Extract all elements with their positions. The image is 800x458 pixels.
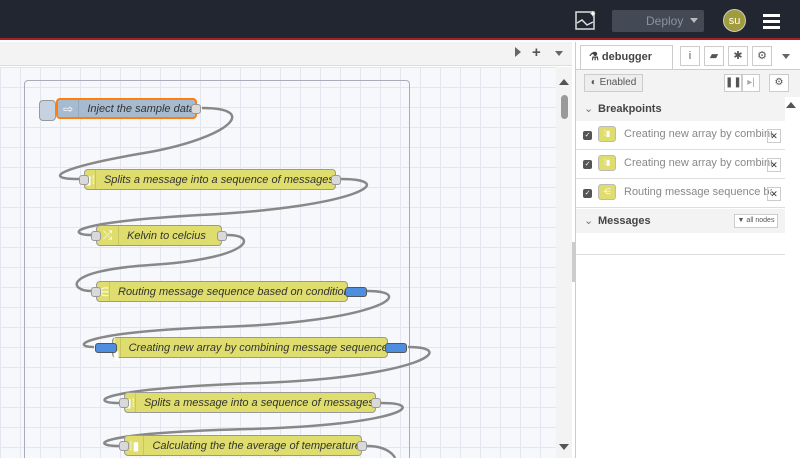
input-port[interactable] bbox=[91, 287, 101, 297]
join-icon: ⁞▮ bbox=[598, 126, 616, 142]
tab-label: debugger bbox=[601, 51, 653, 63]
tab-list-icon[interactable] bbox=[555, 51, 563, 56]
node-label: Creating new array by combining message … bbox=[128, 341, 388, 354]
debug-bug-icon[interactable]: ✱ bbox=[728, 46, 748, 66]
header: ✦ Deploy su bbox=[0, 0, 800, 40]
output-port[interactable] bbox=[331, 175, 341, 185]
split-node[interactable]: ▮⁞ Splits a message into a sequence of me… bbox=[79, 169, 341, 190]
enabled-toggle[interactable]: ◐ Enabled bbox=[584, 74, 643, 92]
input-port[interactable] bbox=[79, 175, 89, 185]
debugger-toolbar: ◐ Enabled ❚❚ ▸| ⚙ bbox=[576, 69, 800, 97]
checkbox[interactable]: ✓ bbox=[583, 131, 592, 140]
scrollbar-thumb[interactable] bbox=[561, 95, 568, 119]
canvas-toolbar: + bbox=[0, 42, 572, 66]
breakpoint-output-port[interactable] bbox=[385, 343, 407, 353]
sidebar: ⚗ debugger i ▰ ✱ ⚙ ◐ Enabled ❚❚ ▸| ⚙ ⌄ Br… bbox=[572, 42, 800, 458]
remove-breakpoint-button[interactable]: ✕ bbox=[767, 158, 781, 172]
input-port[interactable] bbox=[119, 441, 129, 451]
switch-node[interactable]: ⋲ Routing message sequence based on condi… bbox=[91, 281, 367, 302]
scroll-up-icon[interactable] bbox=[786, 102, 796, 108]
hamburger-menu-icon[interactable] bbox=[763, 14, 780, 32]
input-port[interactable] bbox=[91, 231, 101, 241]
breakpoints-header[interactable]: ⌄ Breakpoints bbox=[576, 97, 785, 121]
step-button[interactable]: ▸| bbox=[742, 74, 760, 92]
toggle-icon: ◐ bbox=[590, 77, 600, 88]
remove-breakpoint-button[interactable]: ✕ bbox=[767, 129, 781, 143]
chevron-down-icon[interactable] bbox=[690, 18, 698, 23]
node-label: Inject the sample data bbox=[87, 102, 195, 115]
output-port[interactable] bbox=[357, 441, 367, 451]
inject-node[interactable]: ⇨ Inject the sample data bbox=[56, 98, 201, 119]
breakpoint-item[interactable]: ✓ ⋲ Routing message sequence based on cond… bbox=[576, 179, 785, 208]
svg-text:✦: ✦ bbox=[589, 9, 597, 19]
settings-gear-icon[interactable]: ⚙ bbox=[769, 74, 789, 92]
chevron-down-icon[interactable] bbox=[782, 54, 790, 59]
chevron-down-icon: ⌄ bbox=[584, 103, 594, 115]
messages-header[interactable]: ⌄ Messages ▼ all nodes bbox=[576, 209, 785, 233]
deploy-button[interactable]: Deploy bbox=[612, 10, 704, 32]
canvas-scrollbar[interactable] bbox=[556, 67, 572, 458]
chevron-down-icon: ⌄ bbox=[584, 215, 594, 227]
switch-icon: ⋲ bbox=[598, 184, 616, 200]
node-label: Splits a message into a sequence of mess… bbox=[143, 396, 377, 409]
remove-breakpoint-button[interactable]: ✕ bbox=[767, 187, 781, 201]
config-gear-icon[interactable]: ⚙ bbox=[752, 46, 772, 66]
enabled-label: Enabled bbox=[599, 77, 637, 88]
input-port[interactable] bbox=[119, 398, 129, 408]
node-label: Splits a message into a sequence of mess… bbox=[103, 173, 337, 186]
node-label: Routing message sequence based on condit… bbox=[118, 285, 350, 298]
breakpoint-label: Routing message sequence based on condit… bbox=[624, 186, 772, 198]
change-node[interactable]: ⤮ Kelvin to celcius bbox=[91, 225, 227, 246]
breakpoint-output-port[interactable] bbox=[345, 287, 367, 297]
output-port[interactable] bbox=[191, 104, 201, 114]
breakpoint-item[interactable]: ✓ ⁞▮ Creating new array by combining messa… bbox=[576, 150, 785, 179]
breakpoint-item[interactable]: ✓ ⁞▮ Creating new array by combining messa… bbox=[576, 121, 785, 150]
breakpoint-label: Creating new array by combining message … bbox=[624, 128, 772, 140]
wire bbox=[366, 444, 397, 458]
help-book-icon[interactable]: ▰ bbox=[704, 46, 724, 66]
section-label: Messages bbox=[598, 215, 651, 227]
filter-button[interactable]: ▼ all nodes bbox=[734, 214, 778, 228]
join-node[interactable]: ⁞▮ Creating new array by combining messag… bbox=[95, 334, 407, 362]
checkbox[interactable]: ✓ bbox=[583, 160, 592, 169]
section-label: Breakpoints bbox=[598, 103, 662, 115]
scroll-down-icon[interactable] bbox=[559, 444, 569, 450]
node-label: Calculating the the average of temperatu… bbox=[152, 439, 361, 452]
scroll-up-icon[interactable] bbox=[559, 79, 569, 85]
info-tab-icon[interactable]: i bbox=[680, 46, 700, 66]
inject-button[interactable] bbox=[39, 100, 56, 121]
pause-button[interactable]: ❚❚ bbox=[724, 74, 742, 92]
node-label: Kelvin to celcius bbox=[127, 229, 206, 242]
breakpoint-label: Creating new array by combining message … bbox=[624, 157, 772, 169]
sidebar-resize-handle[interactable] bbox=[572, 242, 575, 282]
filter-label: all nodes bbox=[746, 217, 775, 224]
join-node[interactable]: ⁞▮ Calculating the the average of tempera… bbox=[119, 435, 367, 456]
avatar[interactable]: su bbox=[723, 9, 746, 32]
debugger-logo-icon[interactable]: ✦ bbox=[575, 9, 597, 31]
output-port[interactable] bbox=[371, 398, 381, 408]
flask-icon: ⚗ bbox=[589, 51, 602, 63]
tab-debugger[interactable]: ⚗ debugger bbox=[580, 45, 673, 70]
messages-list bbox=[576, 233, 785, 255]
checkbox[interactable]: ✓ bbox=[583, 189, 592, 198]
output-port[interactable] bbox=[217, 231, 227, 241]
deploy-label: Deploy bbox=[646, 14, 684, 28]
add-tab-icon[interactable]: + bbox=[532, 44, 541, 61]
arrow-right-icon: ⇨ bbox=[58, 100, 80, 117]
flow-canvas[interactable]: ⇨ Inject the sample data ▮⁞ Splits a messa… bbox=[0, 67, 556, 458]
join-icon: ⁞▮ bbox=[598, 155, 616, 171]
split-node[interactable]: ▮⁞ Splits a message into a sequence of me… bbox=[119, 392, 381, 413]
breakpoint-input-port[interactable] bbox=[95, 343, 117, 353]
scroll-right-icon[interactable] bbox=[515, 47, 521, 57]
